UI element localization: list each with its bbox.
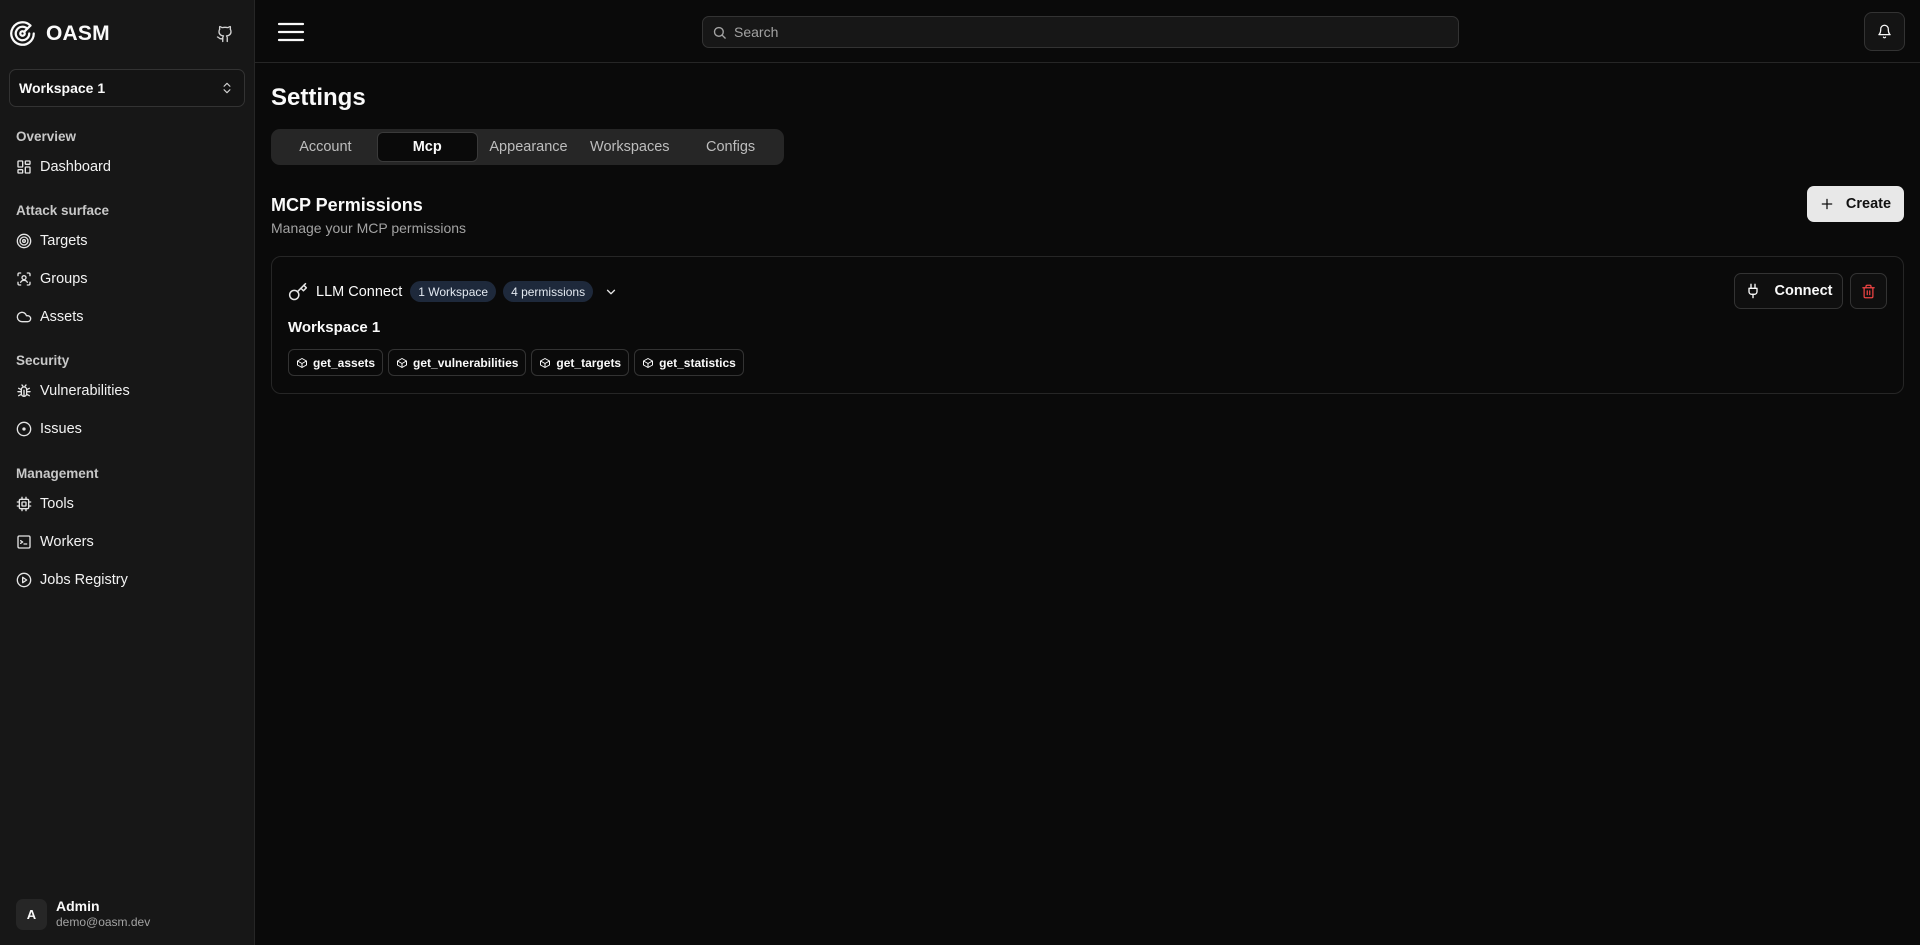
sidebar-item-groups[interactable]: Groups xyxy=(0,260,254,298)
permission-label: get_statistics xyxy=(659,355,736,370)
nav-group-security: Security xyxy=(16,353,70,368)
sidebar-item-label: Workers xyxy=(40,534,94,550)
mcp-permission-card: LLM Connect 1 Workspace 4 permissions Co… xyxy=(271,256,1904,394)
permission-label: get_vulnerabilities xyxy=(413,355,519,370)
workspace-selector[interactable]: Workspace 1 xyxy=(9,69,245,107)
permission-list: get_assets get_vulnerabilities get_targe… xyxy=(288,349,749,376)
card-header: LLM Connect 1 Workspace 4 permissions xyxy=(288,281,618,302)
section-subtitle: Manage your MCP permissions xyxy=(271,220,467,236)
create-button[interactable]: Create xyxy=(1807,186,1904,222)
sidebar-item-label: Dashboard xyxy=(40,159,111,175)
terminal-icon xyxy=(17,535,31,549)
sidebar-item-assets[interactable]: Assets xyxy=(0,298,254,336)
chevron-down-icon[interactable] xyxy=(604,285,618,299)
brand: OASM xyxy=(0,0,254,67)
create-button-label: Create xyxy=(1845,196,1892,212)
groups-icon xyxy=(17,272,31,286)
permission-label: get_targets xyxy=(556,355,622,370)
sidebar-item-label: Jobs Registry xyxy=(40,572,128,588)
sidebar-item-vulnerabilities[interactable]: Vulnerabilities xyxy=(0,372,254,410)
sidebar-item-workers[interactable]: Workers xyxy=(0,523,254,561)
trash-icon xyxy=(1862,284,1875,298)
play-circle-icon xyxy=(16,572,32,588)
avatar: A xyxy=(16,898,47,930)
dashboard-icon xyxy=(17,160,31,174)
settings-content: Settings Account Mcp Appearance Workspac… xyxy=(271,83,1904,394)
sidebar-item-targets[interactable]: Targets xyxy=(0,222,254,260)
notifications-button[interactable] xyxy=(1864,12,1905,51)
sidebar-item-jobs-registry[interactable]: Jobs Registry xyxy=(0,561,254,599)
sidebar-item-label: Assets xyxy=(40,309,84,325)
topbar xyxy=(255,0,1920,63)
permission-chip: get_assets xyxy=(288,349,384,376)
sidebar-item-issues[interactable]: Issues xyxy=(0,410,254,448)
workspace-count-badge: 1 Workspace xyxy=(410,281,497,302)
workspace-selector-value: Workspace 1 xyxy=(19,80,106,96)
cloud-icon xyxy=(16,311,32,323)
sidebar-item-label: Targets xyxy=(40,233,88,249)
nav-group-overview: Overview xyxy=(16,129,77,144)
plug-icon xyxy=(1747,283,1758,299)
permission-chip: get_targets xyxy=(531,349,630,376)
section-title: MCP Permissions xyxy=(271,195,423,215)
cpu-icon xyxy=(16,496,32,512)
circle-dot-icon xyxy=(16,421,32,437)
permission-chip: get_statistics xyxy=(634,349,744,376)
sidebar-item-label: Vulnerabilities xyxy=(40,383,130,399)
bell-icon xyxy=(1878,24,1891,39)
nav-group-management: Management xyxy=(16,466,99,481)
search-icon xyxy=(713,26,726,39)
tab-appearance[interactable]: Appearance xyxy=(478,132,580,162)
brand-name: OASM xyxy=(46,21,110,45)
permissions-count-badge: 4 permissions xyxy=(503,281,594,302)
plus-icon xyxy=(1821,198,1833,210)
settings-tabs: Account Mcp Appearance Workspaces Config… xyxy=(271,129,784,165)
sidebar-item-label: Issues xyxy=(40,421,82,437)
sidebar-item-label: Groups xyxy=(40,271,88,287)
tab-mcp[interactable]: Mcp xyxy=(376,132,478,162)
mcp-section-header: MCP Permissions Manage your MCP permissi… xyxy=(271,186,1904,240)
target-icon xyxy=(16,233,32,249)
nav-group-attack-surface: Attack surface xyxy=(16,203,110,218)
sidebar-item-tools[interactable]: Tools xyxy=(0,485,254,523)
github-icon[interactable] xyxy=(216,25,234,43)
card-name: LLM Connect xyxy=(316,283,403,300)
tab-configs[interactable]: Configs xyxy=(680,132,781,162)
user-name: Admin xyxy=(56,898,100,914)
user-profile[interactable]: A Admin demo@oasm.dev xyxy=(16,898,150,930)
sidebar-nav: Overview Dashboard Attack surface Target… xyxy=(0,107,254,599)
box-icon xyxy=(643,357,654,368)
box-icon xyxy=(297,357,307,368)
tab-workspaces[interactable]: Workspaces xyxy=(579,132,680,162)
main-area: Settings Account Mcp Appearance Workspac… xyxy=(255,0,1920,945)
permission-label: get_assets xyxy=(313,355,376,370)
connect-button[interactable]: Connect xyxy=(1734,273,1843,309)
page-title: Settings xyxy=(271,84,366,111)
delete-button[interactable] xyxy=(1850,273,1887,309)
box-icon xyxy=(540,357,551,368)
menu-icon[interactable] xyxy=(273,16,309,48)
bug-icon xyxy=(17,384,31,397)
permission-chip: get_vulnerabilities xyxy=(388,349,527,376)
card-workspace-name: Workspace 1 xyxy=(288,319,381,336)
search-input[interactable] xyxy=(734,24,1458,40)
sidebar-item-label: Tools xyxy=(40,496,74,512)
box-icon xyxy=(397,357,408,368)
search-bar[interactable] xyxy=(702,16,1459,48)
sidebar-item-dashboard[interactable]: Dashboard xyxy=(0,148,254,186)
user-email: demo@oasm.dev xyxy=(56,915,151,929)
tab-account[interactable]: Account xyxy=(274,132,377,162)
chevrons-up-down-icon xyxy=(223,82,231,94)
key-icon xyxy=(288,282,308,300)
connect-button-label: Connect xyxy=(1774,283,1833,299)
sidebar: OASM Workspace 1 Overview Dashboard Atta… xyxy=(0,0,255,945)
radar-logo-icon xyxy=(10,21,35,46)
